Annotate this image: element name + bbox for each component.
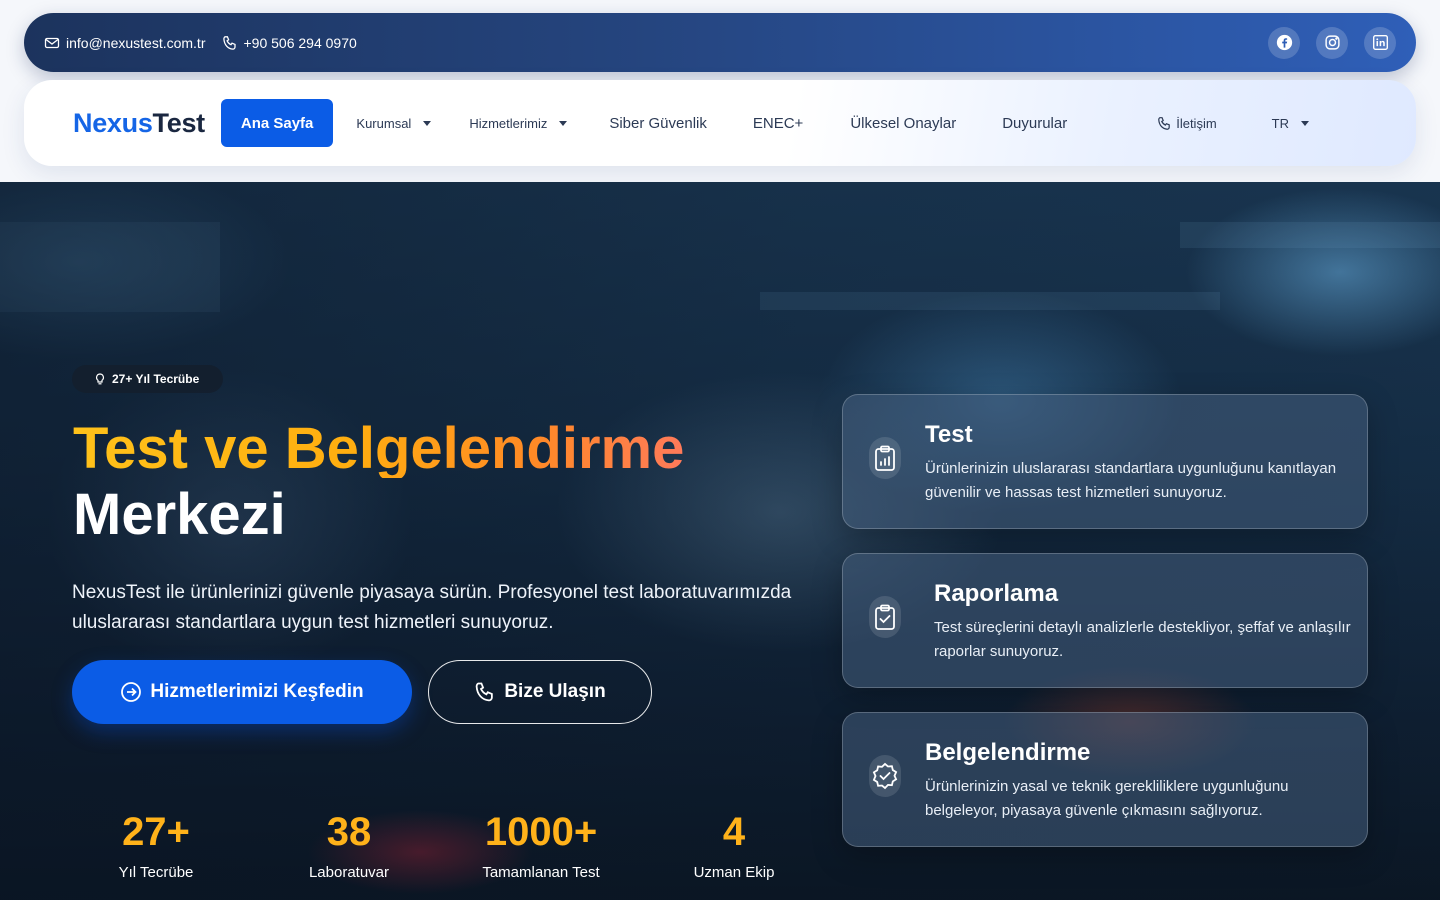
contact-us-button[interactable]: Bize Ulaşın (428, 660, 652, 724)
nav-hizmetlerimiz[interactable]: Hizmetlerimiz (469, 115, 568, 131)
phone-icon (222, 35, 236, 50)
experience-badge: 27+ Yıl Tecrübe (72, 365, 223, 393)
site-logo[interactable]: NexusTest (73, 108, 205, 139)
phone-icon (476, 682, 494, 702)
service-card-icon-wrap (869, 755, 901, 797)
stat-completed-tests: 1000+ Tamamlanan Test (461, 812, 621, 881)
facebook-link[interactable] (1268, 26, 1300, 59)
nav-duyurular[interactable]: Duyurular (1002, 115, 1067, 132)
language-label: TR (1271, 115, 1290, 131)
stat-label: Tamamlanan Test (482, 864, 600, 881)
envelope-icon (44, 37, 60, 48)
hero-section: 27+ Yıl Tecrübe Test ve Belgelendirme Me… (0, 182, 1440, 900)
linkedin-icon (1372, 35, 1388, 50)
nav-ulkesel-onaylar[interactable]: Ülkesel Onaylar (850, 115, 956, 132)
service-card-test[interactable]: Test Ürünlerinizin uluslararası standart… (842, 394, 1368, 529)
instagram-icon (1324, 35, 1340, 50)
explore-services-label: Hizmetlerimizi Keşfedin (150, 681, 364, 702)
hero-description: NexusTest ile ürünlerinizi güvenle piyas… (72, 582, 792, 633)
clipboard-chart-icon (875, 445, 895, 471)
clipboard-check-icon (875, 604, 895, 630)
stat-value: 1000+ (484, 810, 598, 854)
stat-label: Yıl Tecrübe (118, 864, 194, 881)
language-select[interactable]: TR (1271, 115, 1310, 131)
facebook-icon (1276, 34, 1292, 51)
experience-badge-text: 27+ Yıl Tecrübe (112, 372, 200, 386)
service-card-raporlama[interactable]: Raporlama Test süreçlerini detaylı anali… (842, 553, 1368, 688)
nav-kurumsal[interactable]: Kurumsal (356, 115, 432, 131)
badge-check-icon (872, 762, 898, 790)
email-contact[interactable]: info@nexustest.com.tr (44, 35, 206, 51)
logo-part-test: Test (152, 107, 206, 138)
stat-value: 4 (722, 810, 746, 854)
nav-enec[interactable]: ENEC+ (753, 115, 803, 132)
service-card-text: Test süreçlerini detaylı analizlerle des… (934, 619, 1351, 660)
phone-icon (1158, 116, 1171, 130)
stat-experience: 27+ Yıl Tecrübe (76, 812, 236, 881)
nav-kurumsal-label: Kurumsal (356, 115, 412, 131)
stat-label: Uzman Ekip (693, 864, 775, 881)
nav-home[interactable]: Ana Sayfa (220, 99, 334, 147)
stat-laboratories: 38 Laboratuvar (269, 812, 429, 881)
stat-expert-team: 4 Uzman Ekip (654, 812, 814, 881)
service-card-text: Ürünlerinizin yasal ve teknik gereklilik… (925, 778, 1289, 819)
top-contact-bar: info@nexustest.com.tr +90 506 294 0970 (24, 13, 1416, 72)
service-card-title: Belgelendirme (925, 739, 1091, 766)
nav-iletisim-label: İletişim (1176, 115, 1217, 131)
stat-value: 27+ (122, 810, 190, 854)
email-text: info@nexustest.com.tr (66, 34, 206, 51)
stat-value: 38 (326, 810, 372, 854)
contact-us-label: Bize Ulaşın (504, 681, 606, 702)
chevron-down-icon (423, 120, 432, 126)
nav-siber-guvenlik[interactable]: Siber Güvenlik (609, 115, 707, 132)
service-card-icon-wrap (869, 596, 901, 638)
service-card-icon-wrap (869, 437, 901, 479)
phone-contact[interactable]: +90 506 294 0970 (222, 35, 357, 51)
explore-services-button[interactable]: Hizmetlerimizi Keşfedin (72, 660, 412, 724)
lightbulb-icon (96, 373, 104, 385)
service-card-text: Ürünlerinizin uluslararası standartlara … (925, 460, 1337, 501)
arrow-circle-right-icon (121, 682, 142, 702)
phone-text: +90 506 294 0970 (243, 34, 357, 51)
service-card-title: Raporlama (934, 580, 1059, 607)
stat-label: Laboratuvar (308, 864, 390, 881)
service-card-belgelendirme[interactable]: Belgelendirme Ürünlerinizin yasal ve tek… (842, 712, 1368, 847)
hero-title-line1: Test ve Belgelendirme (73, 416, 685, 481)
service-card-title: Test (925, 421, 973, 448)
instagram-link[interactable] (1316, 26, 1348, 59)
chevron-down-icon (559, 120, 568, 126)
hero-title-line2: Merkezi (73, 482, 286, 547)
nav-hizmetlerimiz-label: Hizmetlerimiz (469, 115, 548, 131)
chevron-down-icon (1301, 120, 1310, 126)
social-links (1268, 26, 1396, 59)
logo-part-nexus: Nexus (73, 107, 153, 138)
linkedin-link[interactable] (1364, 26, 1396, 59)
nav-iletisim[interactable]: İletişim (1157, 115, 1217, 131)
main-navbar: NexusTest Ana Sayfa Kurumsal Hizmetlerim… (24, 80, 1416, 166)
